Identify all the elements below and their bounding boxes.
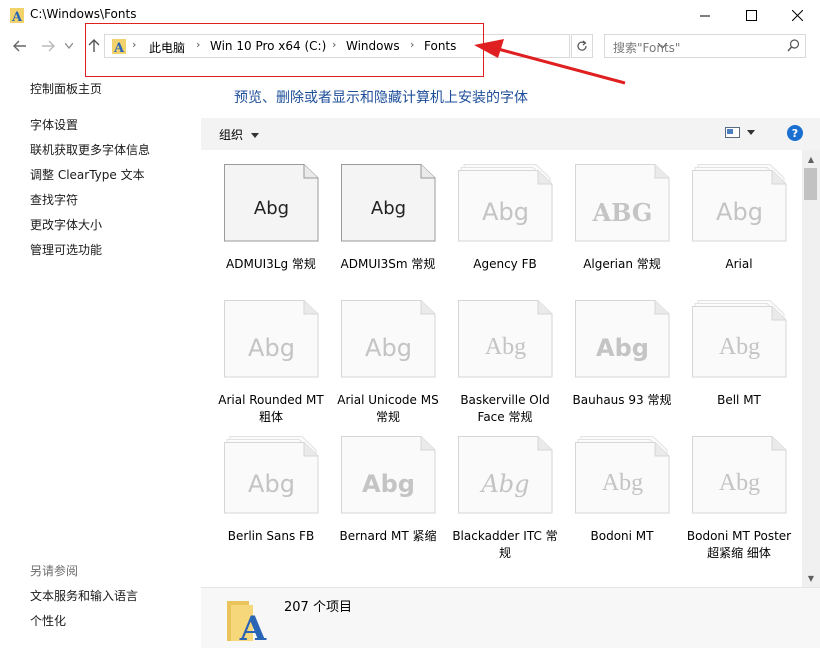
font-sample: ABG bbox=[592, 198, 653, 227]
control-panel-home-link[interactable]: 控制面板主页 bbox=[30, 80, 102, 97]
highlight-box bbox=[85, 23, 484, 77]
font-name: Agency FB bbox=[473, 257, 537, 271]
svg-text:A: A bbox=[239, 609, 267, 643]
text-services-link[interactable]: 文本服务和输入语言 bbox=[30, 587, 138, 604]
font-sample: Abg bbox=[596, 334, 649, 362]
font-name: Berlin Sans FB bbox=[227, 529, 315, 543]
font-tile[interactable]: Abg Bernard MT 紧缩 bbox=[332, 436, 442, 566]
search-box[interactable]: 搜索"Fonts" bbox=[604, 34, 806, 58]
scroll-thumb[interactable] bbox=[804, 168, 817, 200]
font-sample: Abg bbox=[484, 334, 527, 360]
chevron-down-icon bbox=[65, 43, 73, 49]
font-sample: Abg bbox=[248, 470, 295, 498]
details-pane: A 207 个项目 bbox=[201, 587, 820, 648]
font-name: ADMUI3Lg 常规 bbox=[226, 257, 316, 271]
forward-arrow-icon bbox=[42, 40, 55, 52]
font-sample: Abg bbox=[601, 470, 644, 496]
page-title: 预览、删除或者显示和隐藏计算机上安装的字体 bbox=[234, 90, 528, 106]
see-also-heading: 另请参阅 bbox=[30, 564, 79, 578]
font-tile[interactable]: ABG Algerian 常规 bbox=[566, 164, 676, 294]
explorer-window: A C:\Windows\Fonts A › 此电脑 › Win 10 Pro … bbox=[0, 0, 820, 648]
svg-text:A: A bbox=[11, 10, 23, 23]
font-tile[interactable]: Abg Bodoni MT Poster 超紧缩 细体 bbox=[683, 436, 793, 566]
font-sample: Abg bbox=[253, 198, 290, 219]
fonts-folder-icon: A bbox=[10, 8, 24, 23]
font-sample: Abg bbox=[248, 334, 295, 362]
font-name: Bell MT bbox=[717, 393, 761, 407]
search-icon[interactable] bbox=[787, 39, 800, 52]
font-sample: Abg bbox=[482, 198, 529, 226]
personalization-link[interactable]: 个性化 bbox=[30, 612, 66, 629]
font-tile[interactable]: Abg Bell MT bbox=[683, 300, 793, 430]
vertical-scrollbar[interactable]: ▲ ▼ bbox=[802, 150, 820, 587]
font-name: Bernard MT 紧缩 bbox=[339, 529, 437, 543]
font-tile[interactable]: Abg Arial Rounded MT 粗体 bbox=[215, 300, 325, 430]
close-button[interactable] bbox=[774, 0, 820, 30]
font-sample: Abg bbox=[718, 470, 761, 496]
font-tile[interactable]: Abg Bodoni MT bbox=[566, 436, 676, 566]
close-icon bbox=[791, 9, 803, 21]
font-sample: Abg bbox=[481, 470, 530, 498]
fonts-folder-icon: A bbox=[227, 601, 267, 643]
change-font-size-link[interactable]: 更改字体大小 bbox=[30, 216, 102, 233]
back-arrow-icon bbox=[13, 40, 26, 52]
font-sample: Abg bbox=[365, 334, 412, 362]
font-tile[interactable]: Abg Arial Unicode MS 常规 bbox=[332, 300, 442, 430]
help-icon[interactable]: ? bbox=[787, 125, 803, 141]
font-sample: Abg bbox=[716, 198, 763, 226]
view-icon bbox=[725, 127, 755, 138]
find-character-link[interactable]: 查找字符 bbox=[30, 191, 78, 208]
minimize-icon bbox=[699, 15, 710, 16]
item-count: 207 个项目 bbox=[284, 600, 352, 615]
font-name: Blackadder ITC 常规 bbox=[452, 529, 558, 560]
font-tile[interactable]: Abg Berlin Sans FB bbox=[215, 436, 325, 566]
font-name: Arial Rounded MT 粗体 bbox=[218, 393, 324, 424]
get-more-fonts-link[interactable]: 联机获取更多字体信息 bbox=[30, 141, 150, 158]
change-view-button[interactable] bbox=[725, 127, 757, 142]
maximize-icon bbox=[745, 9, 757, 21]
font-tile[interactable]: Abg ADMUI3Lg 常规 bbox=[215, 164, 325, 294]
font-name: Bodoni MT Poster 超紧缩 细体 bbox=[686, 529, 792, 560]
back-button[interactable] bbox=[10, 36, 30, 56]
recent-locations-button[interactable] bbox=[62, 36, 76, 56]
font-settings-link[interactable]: 字体设置 bbox=[30, 116, 78, 133]
font-name: Bauhaus 93 常规 bbox=[572, 393, 672, 407]
font-tile[interactable]: Abg Agency FB bbox=[449, 164, 559, 294]
font-tile[interactable]: Abg Baskerville Old Face 常规 bbox=[449, 300, 559, 430]
font-tile[interactable]: Abg ADMUI3Sm 常规 bbox=[332, 164, 442, 294]
scroll-down-button[interactable]: ▼ bbox=[802, 571, 820, 585]
font-name: Arial Unicode MS 常规 bbox=[337, 393, 439, 424]
font-list: Abg ADMUI3Lg 常规 Abg ADMUI3Sm 常规 Abg Agency FB… bbox=[201, 150, 802, 587]
cleartype-link[interactable]: 调整 ClearType 文本 bbox=[30, 166, 145, 183]
font-tile[interactable]: Abg Arial bbox=[683, 164, 793, 294]
font-name: Algerian 常规 bbox=[583, 257, 661, 271]
organize-label: 组织 bbox=[219, 128, 244, 142]
font-name: Arial bbox=[725, 257, 753, 271]
manage-optional-features-link[interactable]: 管理可选功能 bbox=[30, 241, 102, 258]
minimize-button[interactable] bbox=[682, 0, 728, 30]
organize-menu-button[interactable]: 组织 bbox=[219, 126, 259, 143]
font-sample: Abg bbox=[362, 470, 415, 498]
maximize-button[interactable] bbox=[728, 0, 774, 30]
caret-down-icon bbox=[250, 133, 259, 138]
font-sample: Abg bbox=[718, 334, 761, 360]
scroll-up-button[interactable]: ▲ bbox=[802, 152, 820, 166]
font-name: Baskerville Old Face 常规 bbox=[460, 393, 550, 424]
font-tile[interactable]: Abg Blackadder ITC 常规 bbox=[449, 436, 559, 566]
font-sample: Abg bbox=[370, 198, 407, 219]
annotation-arrow bbox=[474, 39, 626, 85]
forward-button[interactable] bbox=[38, 36, 58, 56]
font-name: Bodoni MT bbox=[590, 529, 654, 543]
command-bar: 组织 ? bbox=[201, 118, 820, 150]
font-name: ADMUI3Sm 常规 bbox=[340, 257, 436, 271]
font-tile[interactable]: Abg Bauhaus 93 常规 bbox=[566, 300, 676, 430]
window-title: C:\Windows\Fonts bbox=[30, 7, 137, 21]
